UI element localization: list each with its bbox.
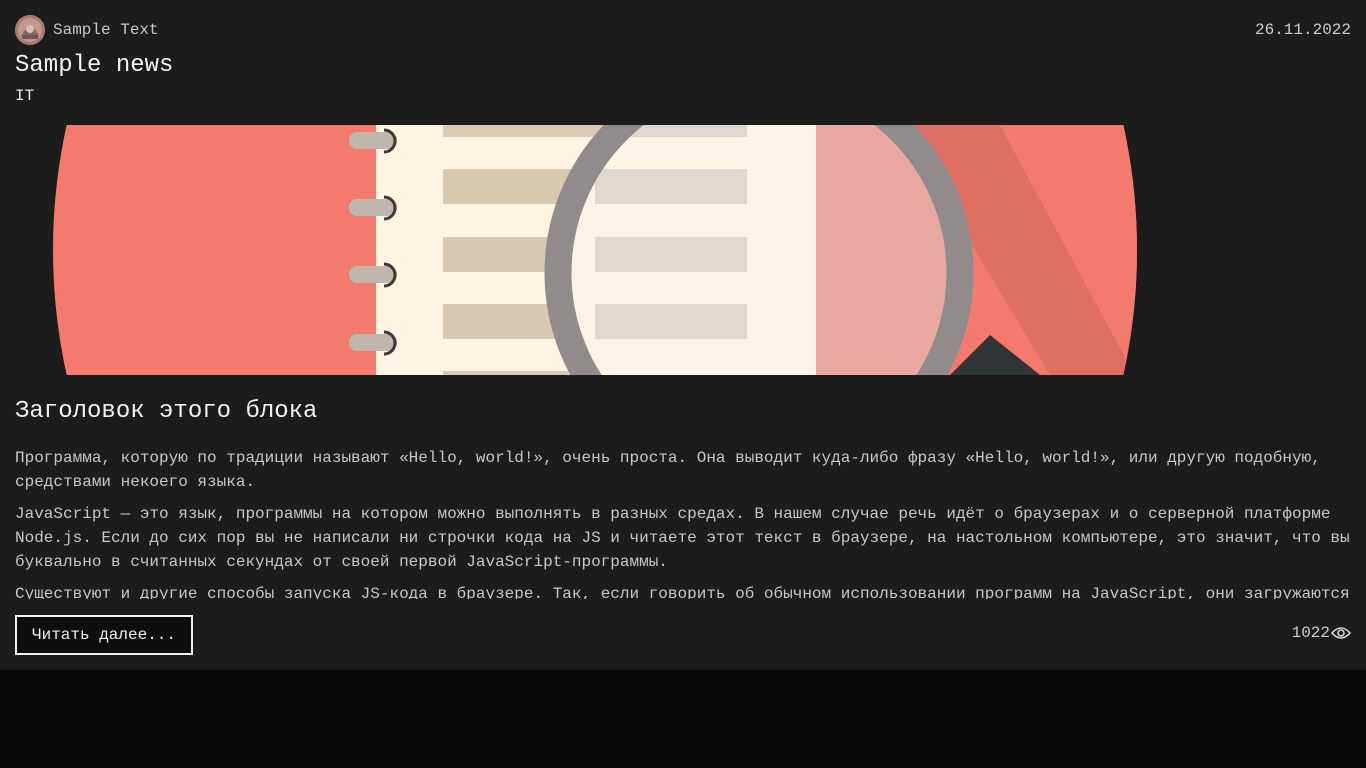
article-text: Программа, которую по традиции называют … <box>15 446 1351 599</box>
news-card: Sample Text 26.11.2022 Sample news IT За… <box>0 0 1366 670</box>
post-date: 26.11.2022 <box>1254 21 1351 39</box>
news-category: IT <box>15 87 35 105</box>
article-paragraph: Существуют и другие способы запуска JS-к… <box>15 585 1350 599</box>
views-counter: 1022 <box>1292 624 1351 642</box>
block-title: Заголовок этого блока <box>15 398 318 425</box>
author-name[interactable]: Sample Text <box>53 21 159 39</box>
author[interactable]: Sample Text <box>15 15 159 45</box>
eye-icon <box>1331 627 1351 639</box>
views-count: 1022 <box>1291 624 1330 642</box>
article-paragraph: Программа, которую по традиции называют … <box>15 449 1321 491</box>
hero-image <box>0 125 1366 375</box>
article-paragraph: JavaScript — это язык, программы на кото… <box>15 505 1350 571</box>
avatar-image <box>15 15 45 45</box>
avatar[interactable] <box>15 15 45 45</box>
post-header: Sample Text 26.11.2022 <box>15 15 1351 45</box>
read-more-button[interactable]: Читать далее... <box>15 615 193 655</box>
news-title: Sample news <box>15 52 174 79</box>
